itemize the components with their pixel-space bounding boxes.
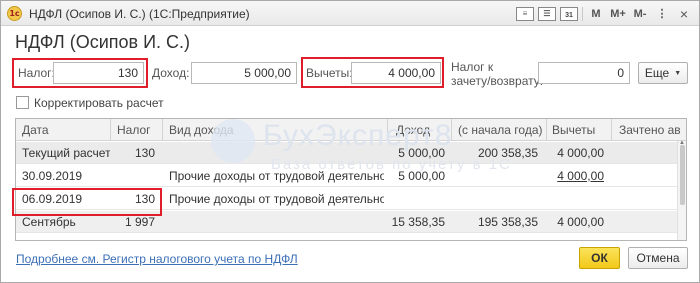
cell-income: 15 358,35 xyxy=(391,215,445,229)
calendar-icon[interactable]: 31 xyxy=(560,6,578,21)
m-button[interactable]: M xyxy=(587,5,605,23)
income-field[interactable]: 5 000,00 xyxy=(191,62,297,84)
m-plus-button[interactable]: M+ xyxy=(609,5,627,23)
table-scrollbar[interactable]: ▲ xyxy=(677,140,686,240)
scrollbar-thumb[interactable] xyxy=(680,145,685,205)
more-menu-icon[interactable]: ⋮ xyxy=(653,5,671,23)
row-highlight xyxy=(12,188,162,216)
cell-date: 30.09.2019 xyxy=(22,169,83,183)
cell-tax xyxy=(112,165,155,187)
cancel-button[interactable]: Отмена xyxy=(628,247,688,269)
tax-table: Дата Налог Вид дохода Доход (с начала го… xyxy=(15,118,687,241)
income-label: Доход: xyxy=(152,66,190,80)
ndfl-window: 1с НДФЛ (Осипов И. С.) (1С:Предприятие) … xyxy=(0,0,700,283)
col-deductions[interactable]: Вычеты xyxy=(552,119,612,141)
adjust-calculation-label[interactable]: Корректировать расчет xyxy=(34,96,164,110)
cell-credited xyxy=(619,211,679,233)
col-separator xyxy=(387,119,388,141)
col-income[interactable]: Доход xyxy=(396,119,458,141)
col-separator xyxy=(451,119,452,141)
col-credited[interactable]: Зачтено ав xyxy=(619,119,686,141)
table-row[interactable]: Текущий расчет 130 5 000,00 200 358,35 4… xyxy=(16,142,686,164)
col-tax[interactable]: Налог xyxy=(117,119,161,141)
window-title: НДФЛ (Осипов И. С.) (1С:Предприятие) xyxy=(29,7,250,21)
cell-credited xyxy=(619,188,679,210)
toolbar-separator xyxy=(582,6,583,21)
cell-income: 5 000,00 xyxy=(398,169,445,183)
ok-button[interactable]: ОК xyxy=(579,247,620,269)
cell-ytd: 200 358,35 xyxy=(477,146,538,160)
refund-field[interactable]: 0 xyxy=(538,62,630,84)
cell-date: Текущий расчет xyxy=(22,146,110,160)
cell-income-type: Прочие доходы от трудовой деятельности xyxy=(169,169,384,183)
doc-icon[interactable]: ≡ xyxy=(516,6,534,21)
col-date[interactable]: Дата xyxy=(22,119,112,141)
cell-deductions: 4 000,00 xyxy=(557,146,604,160)
cell-ytd xyxy=(453,188,538,210)
cell-ytd xyxy=(453,165,538,187)
chevron-down-icon: ▼ xyxy=(674,69,682,77)
col-separator xyxy=(546,119,547,141)
cell-ytd: 195 358,35 xyxy=(477,215,538,229)
refund-label-line2: зачету/возврату: xyxy=(451,74,544,88)
cell-income-type: Прочие доходы от трудовой деятельности xyxy=(169,192,384,206)
col-separator xyxy=(611,119,612,141)
col-ytd[interactable]: (с начала года) xyxy=(458,119,553,141)
table-row[interactable]: 30.09.2019 Прочие доходы от трудовой дея… xyxy=(16,165,686,187)
calendar-day: 31 xyxy=(565,11,573,19)
col-separator xyxy=(162,119,163,141)
m-minus-button[interactable]: M- xyxy=(631,5,649,23)
col-separator xyxy=(110,119,111,141)
table-header: Дата Налог Вид дохода Доход (с начала го… xyxy=(16,119,686,141)
tax-highlight xyxy=(12,58,148,88)
1c-app-icon[interactable]: 1с xyxy=(7,6,22,21)
col-income-type[interactable]: Вид дохода xyxy=(169,119,389,141)
cell-deductions-link[interactable]: 4 000,00 xyxy=(547,165,604,187)
refund-label-line1: Налог к xyxy=(451,60,494,74)
more-button-label: Еще xyxy=(644,66,670,80)
cell-income-type xyxy=(169,142,384,164)
close-icon[interactable]: × xyxy=(675,5,693,23)
cell-income-type xyxy=(169,211,384,233)
cell-deductions xyxy=(547,188,604,210)
list-icon[interactable]: ☰ xyxy=(538,6,556,21)
form-title: НДФЛ (Осипов И. С.) xyxy=(15,32,190,52)
cell-tax: 130 xyxy=(134,146,155,160)
more-button[interactable]: Еще ▼ xyxy=(638,62,688,84)
cell-income: 5 000,00 xyxy=(398,146,445,160)
cell-credited xyxy=(619,142,679,164)
adjust-calculation-checkbox[interactable] xyxy=(16,96,29,109)
cell-income xyxy=(388,188,445,210)
title-bar-buttons: ≡ ☰ 31 M M+ M- ⋮ × xyxy=(516,4,693,23)
deductions-highlight xyxy=(301,57,444,88)
title-bar: 1с НДФЛ (Осипов И. С.) (1С:Предприятие) … xyxy=(1,1,699,26)
cell-deductions: 4 000,00 xyxy=(557,215,604,229)
cell-credited xyxy=(619,165,679,187)
register-link[interactable]: Подробнее см. Регистр налогового учета п… xyxy=(16,252,298,266)
